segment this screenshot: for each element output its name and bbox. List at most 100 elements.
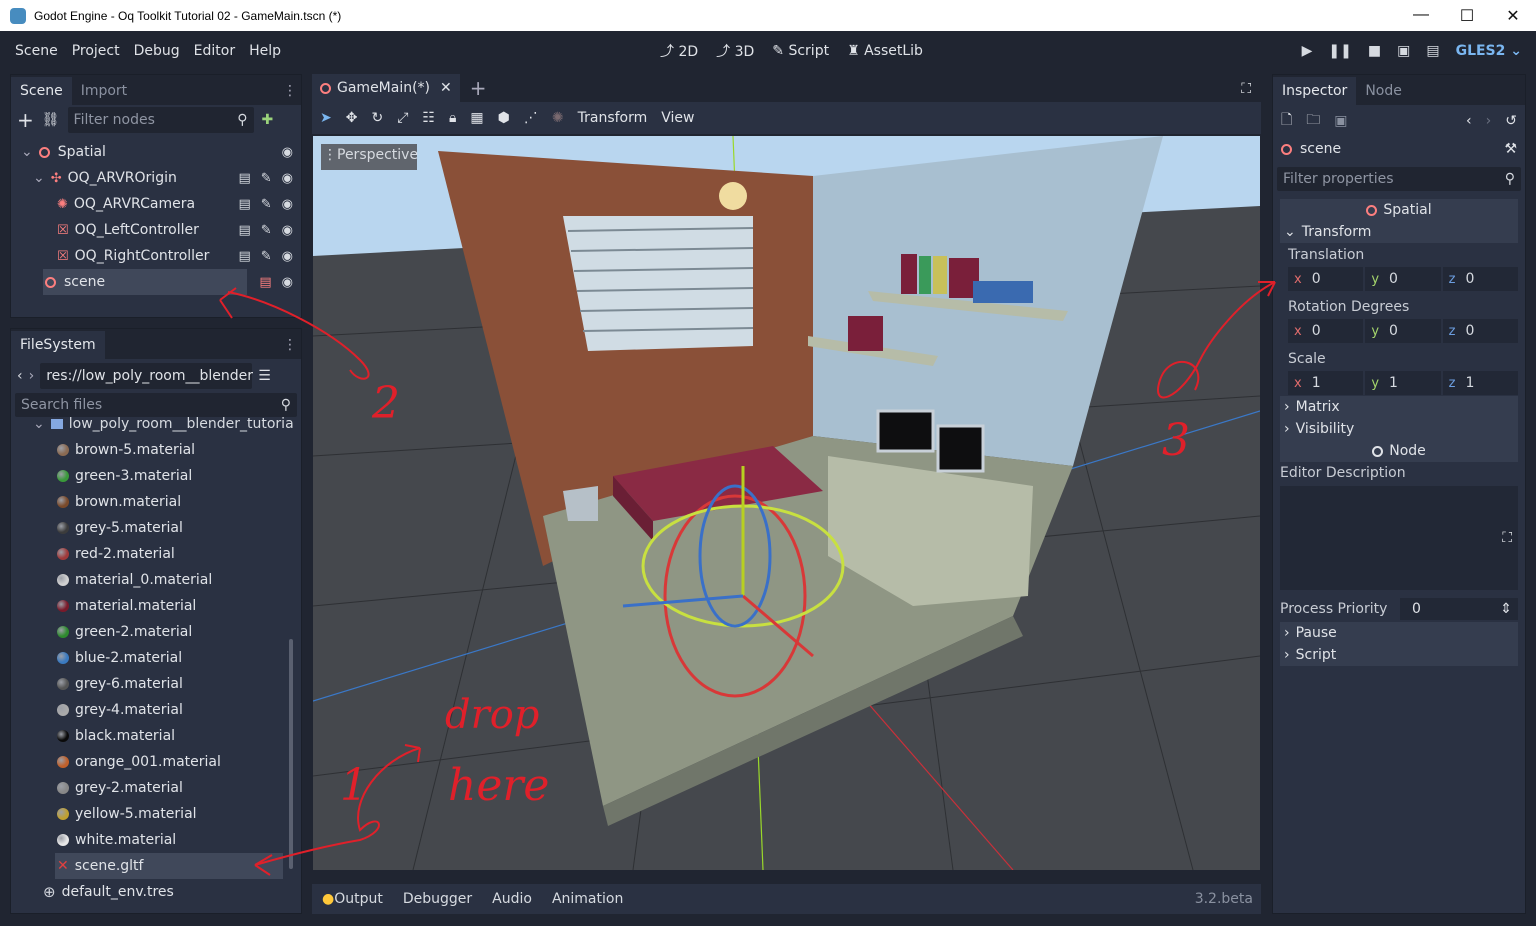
move-tool-icon[interactable]: ✥ bbox=[346, 110, 358, 126]
process-priority-spinbox[interactable]: 0 ⇕ bbox=[1400, 598, 1518, 620]
mode-3d-button[interactable]: ⤴ 3D bbox=[716, 41, 754, 61]
rotation-y-field[interactable]: y0 bbox=[1365, 319, 1441, 343]
tab-inspector[interactable]: Inspector bbox=[1273, 77, 1357, 105]
tab-scene[interactable]: Scene bbox=[11, 77, 72, 105]
tab-import[interactable]: Import bbox=[72, 77, 136, 105]
tab-audio[interactable]: Audio bbox=[492, 891, 532, 907]
select-tool-icon[interactable]: ➤ bbox=[320, 110, 332, 126]
script-icon[interactable]: ✎ bbox=[261, 197, 272, 212]
tab-output[interactable]: ●Output bbox=[322, 891, 383, 907]
expand-icon[interactable]: ⛶ bbox=[1502, 530, 1512, 546]
tree-node-spatial[interactable]: ⌄ Spatial ◉ bbox=[11, 139, 301, 165]
mode-2d-button[interactable]: ⤴ 2D bbox=[660, 41, 698, 61]
menu-project[interactable]: Project bbox=[65, 43, 127, 59]
close-window-button[interactable]: ✕ bbox=[1490, 6, 1536, 26]
camera-override-icon[interactable]: ✺ bbox=[552, 110, 564, 126]
tree-node-scene[interactable]: scene ▤ ◉ bbox=[11, 269, 301, 295]
rotation-z-field[interactable]: z0 bbox=[1442, 319, 1518, 343]
tree-node-oq-arvrcamera[interactable]: ✺ OQ_ARVRCamera ▤ ✎ ◉ bbox=[11, 191, 301, 217]
open-resource-icon[interactable]: 🗀︎ bbox=[1306, 109, 1320, 133]
file-item[interactable]: orange_001.material bbox=[11, 749, 301, 775]
scrollbar[interactable] bbox=[289, 639, 293, 869]
play-scene-icon[interactable]: ▣ bbox=[1397, 43, 1410, 59]
open-scene-icon[interactable]: ▤ bbox=[238, 197, 250, 212]
tab-gamemain[interactable]: GameMain(*) ✕ bbox=[312, 74, 460, 102]
open-scene-icon[interactable]: ▤ bbox=[238, 223, 250, 238]
pause-icon[interactable]: ❚❚ bbox=[1328, 43, 1351, 59]
viewport-perspective-label[interactable]: ⋮Perspective bbox=[323, 147, 418, 163]
stop-icon[interactable]: ■ bbox=[1368, 43, 1381, 59]
group-icon[interactable]: ▦ bbox=[470, 110, 483, 126]
tab-node[interactable]: Node bbox=[1356, 77, 1411, 105]
file-item[interactable]: green-2.material bbox=[11, 619, 301, 645]
mode-script-button[interactable]: ✎ Script bbox=[772, 43, 829, 59]
save-resource-icon[interactable]: ▣ bbox=[1334, 113, 1347, 129]
distraction-free-icon[interactable]: ⛶ bbox=[1231, 81, 1261, 102]
back-arrow-icon[interactable]: ‹ bbox=[17, 368, 23, 384]
visibility-eye-icon[interactable]: ◉ bbox=[282, 145, 293, 160]
property-tools-icon[interactable]: ⚒ bbox=[1504, 141, 1517, 157]
editor-description-field[interactable]: ⛶ bbox=[1280, 486, 1518, 590]
visibility-eye-icon[interactable]: ◉ bbox=[282, 223, 293, 238]
object-history-icon[interactable]: ↺ bbox=[1505, 113, 1517, 129]
section-visibility[interactable]: › Visibility bbox=[1280, 418, 1518, 440]
history-back-icon[interactable]: ‹ bbox=[1466, 113, 1472, 129]
file-item[interactable]: black.material bbox=[11, 723, 301, 749]
scale-tool-icon[interactable]: ⤢ bbox=[397, 110, 408, 126]
snap-icon[interactable]: ⋰ bbox=[524, 110, 538, 126]
scale-y-field[interactable]: y1 bbox=[1365, 371, 1441, 395]
local-space-icon[interactable]: ⬢ bbox=[498, 110, 510, 126]
file-item[interactable]: green-3.material bbox=[11, 463, 301, 489]
file-item[interactable]: ✕ scene.gltf bbox=[11, 853, 301, 879]
list-select-icon[interactable]: ☷ bbox=[422, 110, 435, 126]
split-view-icon[interactable]: ☰ bbox=[258, 368, 271, 384]
file-item[interactable]: red-2.material bbox=[11, 541, 301, 567]
file-item[interactable]: grey-2.material bbox=[11, 775, 301, 801]
tab-debugger[interactable]: Debugger bbox=[403, 891, 472, 907]
translation-y-field[interactable]: y0 bbox=[1365, 267, 1441, 291]
filter-nodes-input[interactable]: Filter nodes ⚲ bbox=[67, 107, 254, 133]
attach-script-icon[interactable]: ✚ bbox=[262, 112, 274, 128]
maximize-button[interactable]: ☐ bbox=[1444, 6, 1490, 26]
tab-animation[interactable]: Animation bbox=[552, 891, 623, 907]
translation-z-field[interactable]: z0 bbox=[1442, 267, 1518, 291]
file-item[interactable]: material.material bbox=[11, 593, 301, 619]
open-scene-icon[interactable]: ▤ bbox=[238, 249, 250, 264]
menu-scene[interactable]: Scene bbox=[8, 43, 65, 59]
file-item[interactable]: brown.material bbox=[11, 489, 301, 515]
file-item[interactable]: grey-4.material bbox=[11, 697, 301, 723]
3d-viewport[interactable]: ⋮Perspective bbox=[313, 136, 1260, 870]
scale-z-field[interactable]: z1 bbox=[1442, 371, 1518, 395]
file-item[interactable]: blue-2.material bbox=[11, 645, 301, 671]
path-field[interactable]: res://low_poly_room__blender bbox=[40, 363, 253, 389]
file-item[interactable]: ⊕ default_env.tres bbox=[11, 879, 301, 905]
dock-menu-icon[interactable]: ⋮ bbox=[279, 337, 301, 359]
instance-scene-icon[interactable]: ⛓ bbox=[42, 112, 60, 128]
file-item[interactable]: white.material bbox=[11, 827, 301, 853]
rotation-x-field[interactable]: x0 bbox=[1288, 319, 1364, 343]
visibility-eye-icon[interactable]: ◉ bbox=[282, 171, 293, 186]
add-tab-icon[interactable]: + bbox=[470, 76, 487, 100]
tab-filesystem[interactable]: FileSystem bbox=[11, 331, 105, 359]
forward-arrow-icon[interactable]: › bbox=[29, 368, 35, 384]
folder-item[interactable]: ⌄ low_poly_room__blender_tutoria bbox=[11, 411, 301, 437]
scale-x-field[interactable]: x1 bbox=[1288, 371, 1364, 395]
close-tab-icon[interactable]: ✕ bbox=[440, 80, 452, 96]
section-transform[interactable]: ⌄ Transform bbox=[1280, 221, 1518, 243]
section-pause[interactable]: › Pause bbox=[1280, 622, 1518, 644]
visibility-eye-icon[interactable]: ◉ bbox=[282, 275, 293, 290]
view-menu[interactable]: View bbox=[661, 110, 694, 126]
section-matrix[interactable]: › Matrix bbox=[1280, 396, 1518, 418]
visibility-eye-icon[interactable]: ◉ bbox=[282, 249, 293, 264]
file-item[interactable]: yellow-5.material bbox=[11, 801, 301, 827]
minimize-button[interactable]: — bbox=[1398, 6, 1444, 26]
history-forward-icon[interactable]: › bbox=[1486, 113, 1492, 129]
visibility-eye-icon[interactable]: ◉ bbox=[282, 197, 293, 212]
menu-debug[interactable]: Debug bbox=[127, 43, 187, 59]
new-resource-icon[interactable]: 🗋︎ bbox=[1281, 109, 1292, 133]
file-item[interactable]: grey-6.material bbox=[11, 671, 301, 697]
file-item[interactable]: brown-5.material bbox=[11, 437, 301, 463]
script-icon[interactable]: ✎ bbox=[261, 223, 272, 238]
transform-menu[interactable]: Transform bbox=[578, 110, 648, 126]
file-item[interactable]: grey-5.material bbox=[11, 515, 301, 541]
